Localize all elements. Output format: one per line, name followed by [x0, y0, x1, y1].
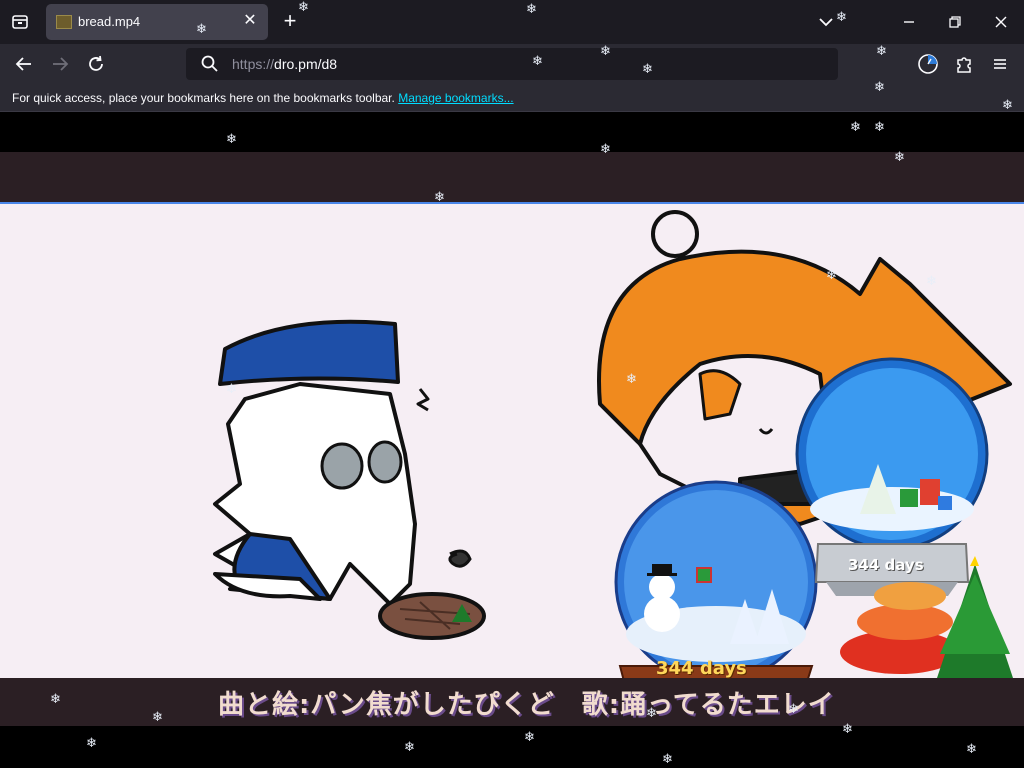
snowflake-icon: ❄ [926, 273, 937, 288]
snowflake-icon: ❄ [226, 381, 237, 396]
globe-days-label-2: 344 days [848, 556, 924, 574]
snowflake-icon: ❄ [526, 1, 537, 16]
snowflake-icon: ❄ [874, 79, 885, 94]
globe-days-label-1: 344 days [656, 658, 747, 679]
url-prefix: https:// [232, 56, 275, 72]
snowflake-icon: ❄ [788, 701, 799, 716]
minimize-icon[interactable] [897, 10, 921, 34]
reload-icon[interactable] [84, 52, 108, 76]
bookmarks-toolbar: For quick access, place your bookmarks h… [0, 84, 1024, 112]
chevron-down-icon[interactable] [814, 10, 838, 34]
video-frame[interactable] [0, 202, 1024, 678]
bookmarks-message: For quick access, place your bookmarks h… [12, 91, 514, 105]
close-window-icon[interactable] [989, 10, 1013, 34]
snowflake-icon: ❄ [874, 119, 885, 134]
snowflake-icon: ❄ [642, 61, 653, 76]
snowflake-icon: ❄ [1002, 97, 1013, 112]
tab-list-icon[interactable] [8, 10, 32, 34]
restore-icon[interactable] [943, 10, 967, 34]
search-icon [198, 52, 222, 76]
address-bar[interactable]: https://dro.pm/d8 [186, 48, 838, 80]
snowflake-icon: ❄ [152, 709, 163, 724]
url-text[interactable]: https://dro.pm/d8 [232, 56, 337, 72]
video-letterbox-top [0, 152, 1024, 202]
bookmarks-hint: For quick access, place your bookmarks h… [12, 91, 395, 105]
snowflake-icon: ❄ [842, 721, 853, 736]
back-arrow-icon[interactable] [12, 52, 36, 76]
snowflake-icon: ❄ [298, 0, 309, 14]
snowflake-icon: ❄ [826, 267, 837, 282]
snowflake-icon: ❄ [600, 141, 611, 156]
tab-title: bread.mp4 [78, 14, 141, 29]
snowflake-icon: ❄ [662, 751, 673, 766]
snowflake-icon: ❄ [86, 735, 97, 750]
snowflake-icon: ❄ [646, 705, 657, 720]
snowflake-icon: ❄ [850, 119, 861, 134]
snowflake-icon: ❄ [50, 691, 61, 706]
snow-globe-snowman [614, 480, 818, 678]
video-favicon-icon [56, 15, 72, 29]
snowflake-icon: ❄ [876, 43, 887, 58]
puzzle-icon[interactable] [952, 52, 976, 76]
snowflake-icon: ❄ [600, 43, 611, 58]
snowflake-icon: ❄ [226, 131, 237, 146]
character-white-hair [213, 319, 430, 606]
snowflake-icon: ❄ [524, 729, 535, 744]
video-illustration [213, 210, 1013, 678]
manage-bookmarks-link[interactable]: Manage bookmarks... [398, 91, 513, 105]
account-icon[interactable] [916, 52, 940, 76]
url-host: dro.pm/d8 [274, 56, 338, 72]
snowflake-icon: ❄ [626, 371, 637, 386]
snowflake-icon: ❄ [532, 53, 543, 68]
forward-arrow-icon[interactable] [48, 52, 72, 76]
snowflake-icon: ❄ [404, 739, 415, 754]
tab-bar: bread.mp4 ✕ + [0, 0, 1024, 44]
video-subtitle: 曲と絵:パン焦がしたぴくど 歌:踊ってるたエレイ [218, 690, 835, 720]
snowflake-icon: ❄ [966, 741, 977, 756]
tab-bread-mp4[interactable]: bread.mp4 ✕ [46, 4, 268, 40]
hamburger-menu-icon[interactable] [988, 52, 1012, 76]
snowflake-icon: ❄ [894, 149, 905, 164]
snowflake-icon: ❄ [196, 21, 207, 36]
navigation-toolbar: https://dro.pm/d8 [0, 44, 1024, 84]
video-player[interactable]: 曲と絵:パン焦がしたぴくど 歌:踊ってるたエレイ 344 days 344 da… [0, 112, 1024, 768]
snowflake-icon: ❄ [434, 189, 445, 204]
close-icon[interactable]: ✕ [240, 11, 260, 31]
snowflake-icon: ❄ [836, 9, 847, 24]
